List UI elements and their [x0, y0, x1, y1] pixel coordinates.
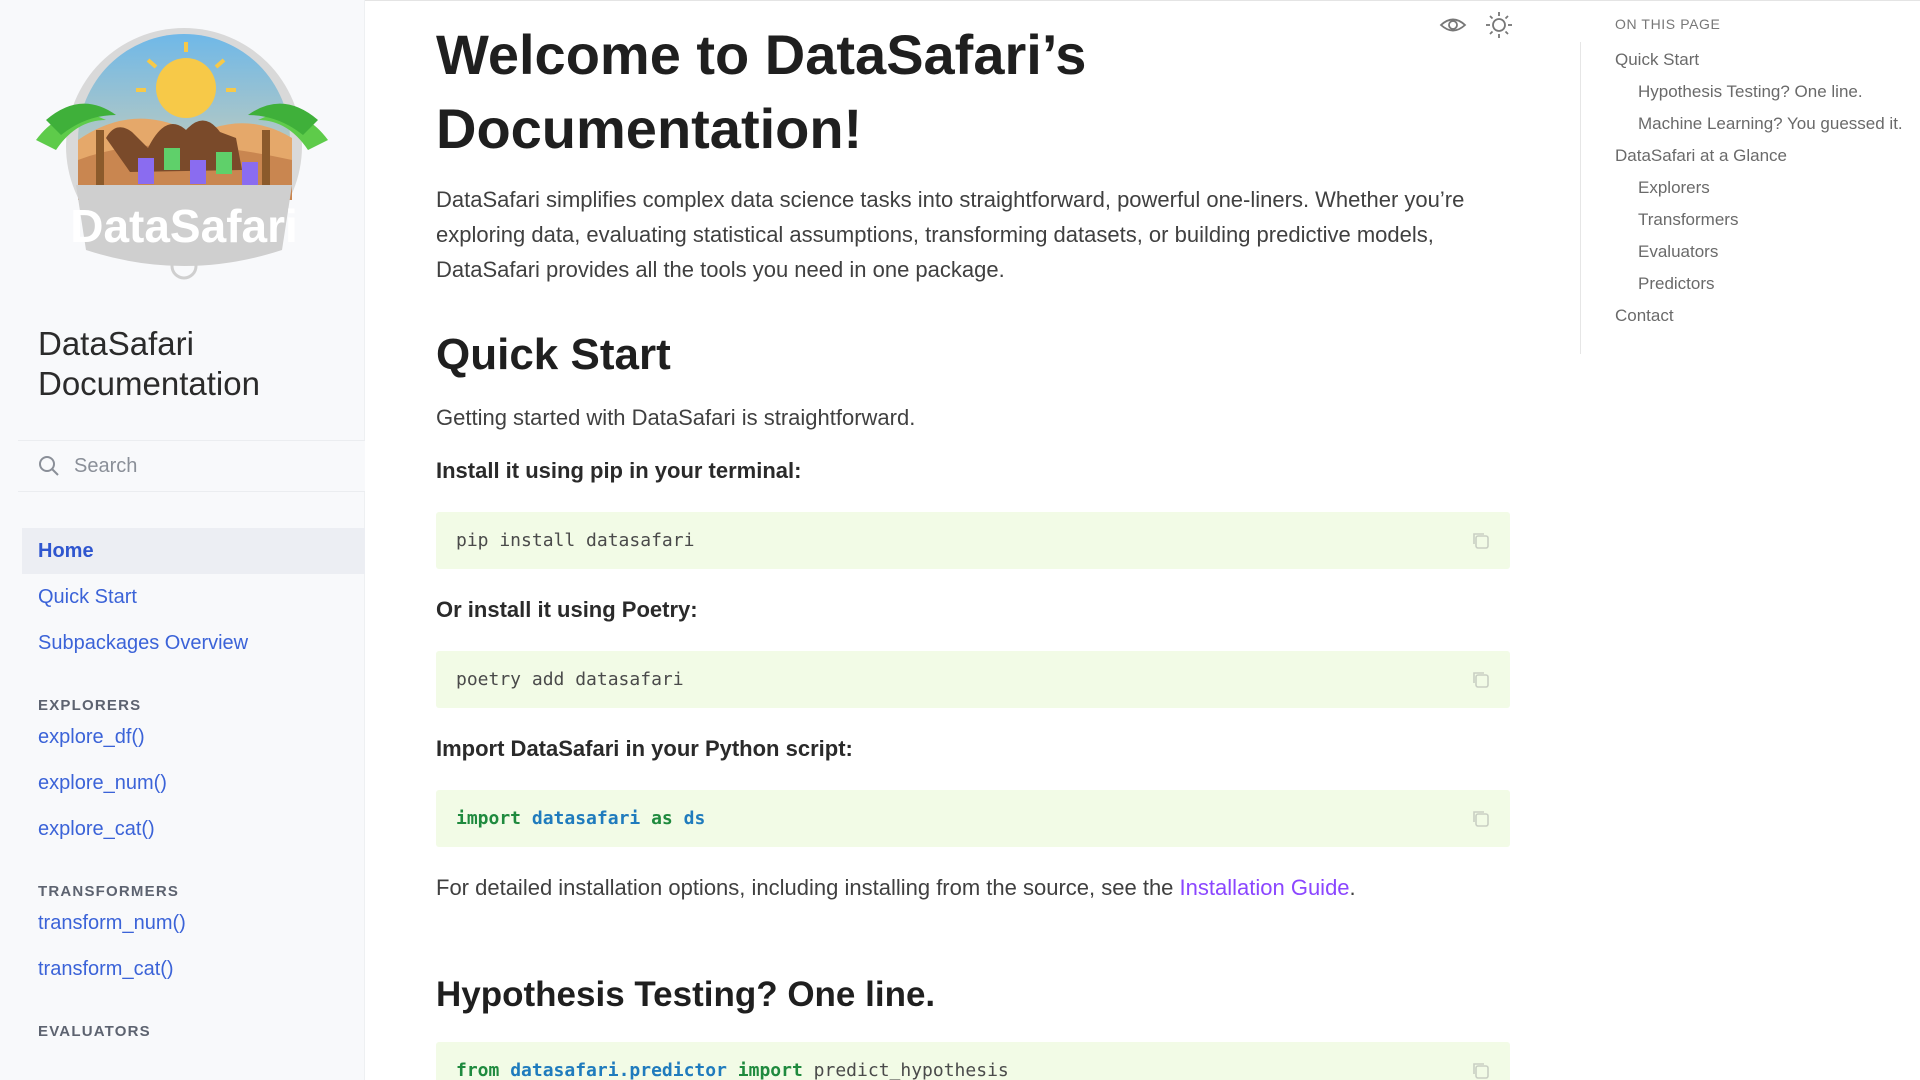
import-label: Import DataSafari in your Python script:	[436, 736, 853, 761]
nav-section-explorers: EXPLORERS	[38, 697, 142, 714]
code-keyword: as	[651, 808, 673, 829]
on-this-page: ON THIS PAGE Quick Start Hypothesis Test…	[1580, 0, 1920, 1080]
logo-wordmark: DataSafari	[70, 200, 298, 252]
pip-command: pip install datasafari	[456, 530, 695, 551]
sidebar-nav: Home Quick Start Subpackages Overview EX…	[22, 528, 365, 1040]
install-details-text: For detailed installation options, inclu…	[436, 875, 1174, 900]
import-code-block: import datasafari as ds	[436, 790, 1510, 847]
toc-title: ON THIS PAGE	[1615, 16, 1721, 32]
toc-item-at-a-glance[interactable]: DataSafari at a Glance	[1615, 144, 1915, 167]
code-module: datasafari.predictor	[510, 1060, 727, 1080]
sidebar: DataSafari DataSafari Documentation Sear…	[0, 0, 365, 1080]
nav-item-quick-start[interactable]: Quick Start	[22, 574, 365, 620]
logo-image: DataSafari	[36, 28, 328, 280]
copy-icon[interactable]	[1470, 1060, 1492, 1080]
toc-item-quick-start[interactable]: Quick Start	[1615, 48, 1915, 71]
toc-item-evaluators[interactable]: Evaluators	[1615, 240, 1915, 263]
toc-item-contact[interactable]: Contact	[1615, 304, 1915, 327]
code-keyword: import	[456, 808, 522, 829]
sun-icon[interactable]	[1484, 10, 1514, 40]
toc-item-machine-learning[interactable]: Machine Learning? You guessed it.	[1615, 112, 1915, 135]
toc-divider	[1580, 42, 1581, 354]
hypothesis-heading: Hypothesis Testing? One line.	[436, 975, 936, 1014]
search-icon	[38, 455, 60, 477]
nav-item-explore-cat[interactable]: explore_cat()	[22, 806, 365, 852]
pip-label: Install it using pip in your terminal:	[436, 458, 802, 483]
quick-start-lead: Getting started with DataSafari is strai…	[436, 405, 916, 430]
site-title[interactable]: DataSafari Documentation	[38, 324, 338, 404]
nav-item-explore-num[interactable]: explore_num()	[22, 760, 365, 806]
page-actions	[1438, 10, 1514, 40]
code-module: datasafari	[531, 808, 641, 829]
poetry-command: poetry add datasafari	[456, 669, 684, 690]
copy-icon[interactable]	[1470, 808, 1492, 830]
nav-item-explore-df[interactable]: explore_df()	[22, 714, 365, 760]
code-alias: ds	[683, 808, 706, 829]
poetry-label: Or install it using Poetry:	[436, 597, 698, 622]
toc-item-explorers[interactable]: Explorers	[1615, 176, 1915, 199]
installation-guide-link[interactable]: Installation Guide	[1180, 875, 1350, 900]
nav-item-subpackages-overview[interactable]: Subpackages Overview	[22, 620, 365, 666]
code-keyword: from	[456, 1060, 500, 1080]
copy-icon[interactable]	[1470, 530, 1492, 552]
toc-item-predictors[interactable]: Predictors	[1615, 272, 1915, 295]
install-details: For detailed installation options, inclu…	[436, 875, 1356, 901]
datasafari-logo[interactable]: DataSafari	[36, 20, 328, 282]
install-details-suffix: .	[1349, 875, 1356, 900]
quick-start-heading: Quick Start	[436, 330, 671, 379]
hypothesis-code-block: from datasafari.predictor import predict…	[436, 1042, 1510, 1080]
pip-code-block: pip install datasafari	[436, 512, 1510, 569]
intro-paragraph: DataSafari simplifies complex data scien…	[436, 187, 1465, 282]
nav-item-home[interactable]: Home	[22, 528, 365, 574]
code-function: predict_hypothesis	[813, 1060, 1009, 1080]
toc-list: Quick Start Hypothesis Testing? One line…	[1615, 48, 1915, 336]
toc-item-hypothesis-testing[interactable]: Hypothesis Testing? One line.	[1615, 80, 1915, 103]
page-title: Welcome to DataSafari’s Documentation!	[436, 23, 1087, 160]
toc-item-transformers[interactable]: Transformers	[1615, 208, 1915, 231]
poetry-code-block: poetry add datasafari	[436, 651, 1510, 708]
search-input[interactable]: Search	[74, 455, 137, 478]
copy-icon[interactable]	[1470, 669, 1492, 691]
search-box[interactable]: Search	[18, 440, 365, 492]
nav-item-transform-cat[interactable]: transform_cat()	[22, 946, 365, 992]
code-keyword: import	[737, 1060, 803, 1080]
eye-icon[interactable]	[1438, 10, 1468, 40]
nav-section-transformers: TRANSFORMERS	[38, 883, 180, 900]
nav-section-evaluators: EVALUATORS	[38, 1023, 151, 1040]
nav-item-transform-num[interactable]: transform_num()	[22, 900, 365, 946]
